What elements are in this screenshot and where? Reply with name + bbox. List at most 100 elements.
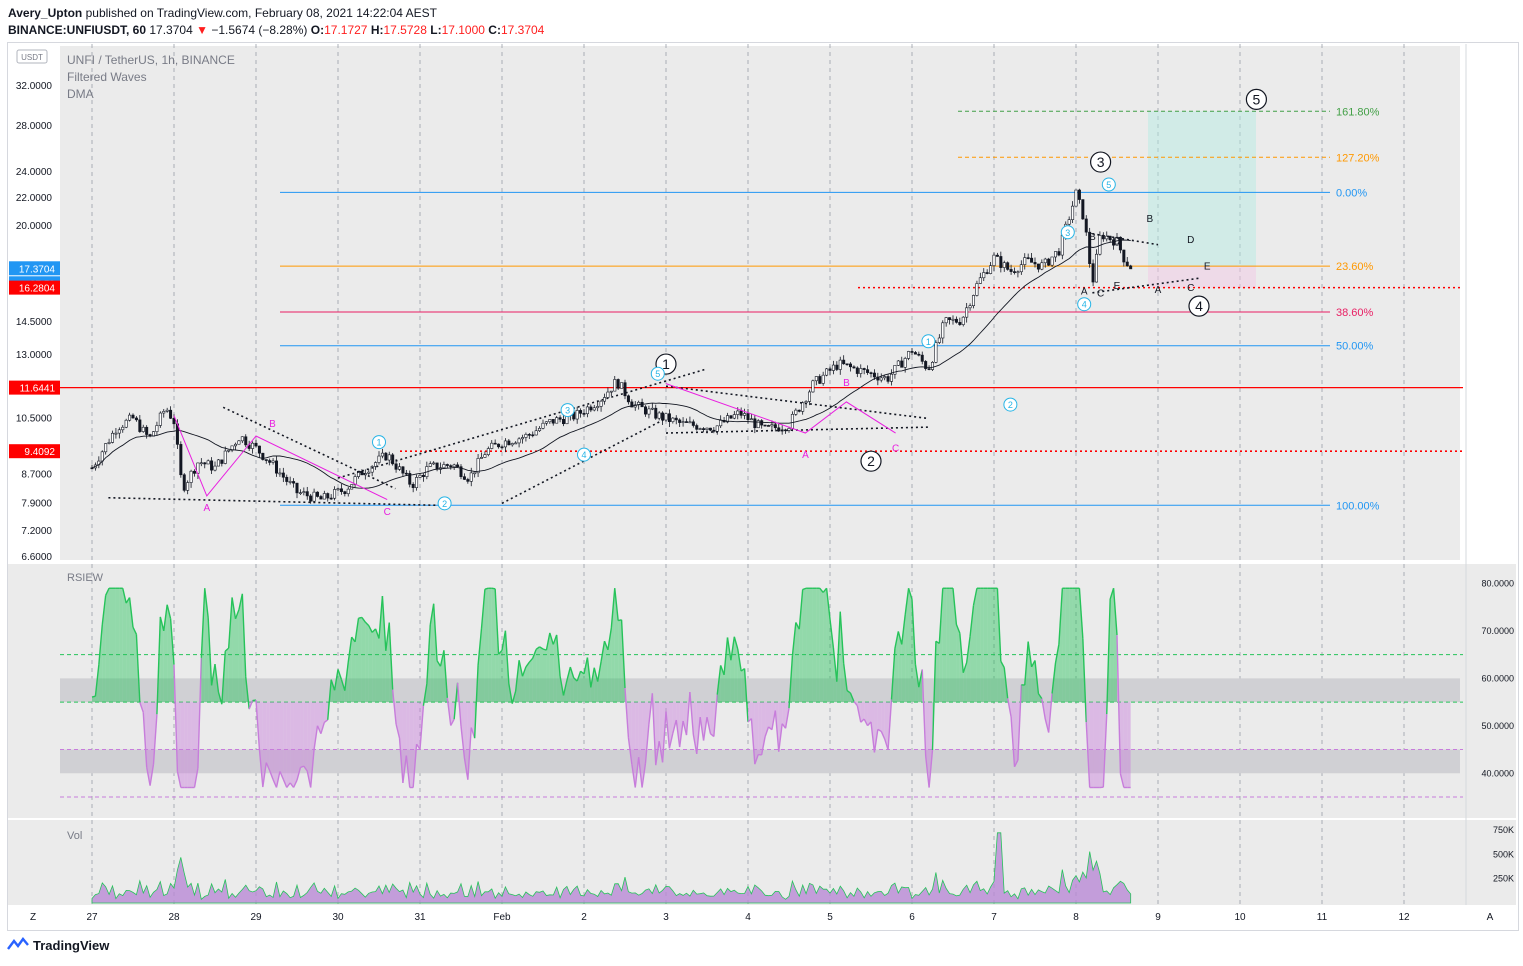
candle-body (104, 443, 108, 453)
candle-body (1071, 205, 1075, 220)
corrective-label: C (892, 443, 899, 454)
rsi-fill (529, 658, 533, 703)
fib-level-label: 0.00% (1336, 187, 1367, 199)
candle-body (766, 425, 770, 427)
candle-body (517, 438, 521, 444)
candle-body (1060, 234, 1064, 256)
candle-body (384, 452, 388, 461)
candle-body (684, 421, 688, 423)
candle-body (729, 415, 733, 419)
vol-axis-label: 500K (1493, 849, 1514, 859)
price-axis-label: 10.5000 (16, 413, 53, 424)
candle-body (989, 265, 993, 274)
sub-wave-label: 2 (1008, 400, 1013, 410)
candle-body (896, 360, 900, 366)
candle-body (773, 424, 777, 429)
candle-body (292, 481, 296, 484)
candle-body (602, 397, 606, 402)
rsi-line (491, 587, 496, 590)
legend-title[interactable]: UNFI / TetherUS, 1h, BINANCE (67, 52, 235, 69)
candle-body (179, 444, 183, 476)
candle-body (411, 483, 415, 488)
rsi-fill (1123, 702, 1128, 788)
rsi-legend[interactable]: RSIEW (67, 572, 103, 584)
vol-legend[interactable]: Vol (67, 830, 82, 842)
rsi-line (91, 695, 96, 698)
rsi-axis-label: 50.0000 (1481, 721, 1514, 731)
rsi-fill (491, 588, 496, 703)
candle-body (1077, 189, 1081, 200)
candle-body (859, 368, 863, 374)
candle-body (807, 391, 811, 402)
candle-body (531, 434, 535, 437)
candle-body (1054, 251, 1058, 258)
legend-dma[interactable]: DMA (67, 86, 235, 103)
rsi-fill (956, 624, 960, 703)
price-axis-label: 7.9000 (21, 498, 52, 509)
rsi-fill (290, 702, 294, 788)
candle-body (493, 442, 497, 445)
footer-brand[interactable]: TradingView (7, 937, 109, 953)
candle-body (274, 460, 278, 474)
candle-body (442, 464, 446, 469)
candle-body (1019, 264, 1023, 273)
rsi-fill (1110, 588, 1114, 703)
candle-body (609, 390, 613, 393)
candle-body (1091, 263, 1095, 283)
candle-body (141, 426, 145, 432)
rsi-fill (300, 702, 304, 768)
legend-filtered-waves[interactable]: Filtered Waves (67, 69, 235, 86)
price-axis-label: 32.0000 (16, 81, 53, 92)
rsi-fill (994, 588, 998, 703)
rsi-fill (1093, 702, 1097, 788)
rsi-fill (286, 702, 291, 788)
rsi-fill (812, 588, 817, 703)
time-axis-label: 12 (1398, 912, 1410, 923)
rsi-fill (498, 650, 502, 703)
time-axis-label: 10 (1234, 912, 1246, 923)
rsi-fill (351, 637, 356, 703)
candle-body (288, 481, 292, 483)
candle-body (145, 426, 149, 435)
candle-body (913, 352, 917, 355)
fib-level-label: 161.80% (1336, 106, 1380, 118)
rsi-axis-label: 60.0000 (1481, 673, 1514, 683)
chart-canvas[interactable]: 27 28 29 30 31 Feb 2 3 4 5 6 7 8 9 10 11 12Z AUSDT32.0000… (0, 0, 1523, 966)
candle-body (237, 440, 241, 445)
candle-body (216, 459, 220, 467)
candle-body (445, 464, 449, 466)
candle-body (661, 412, 665, 421)
candle-body (162, 411, 166, 414)
rsi-fill (361, 617, 366, 703)
candle-body (158, 412, 162, 426)
rsi-fill (809, 588, 813, 703)
candle-body (476, 458, 480, 474)
rsi-fill (908, 588, 912, 703)
candle-body (674, 417, 678, 421)
time-axis-label: 9 (1155, 912, 1161, 923)
triangle-label: C (1187, 283, 1194, 294)
candle-body (732, 414, 736, 419)
rsi-fill (225, 648, 229, 703)
corrective-label: B (843, 378, 850, 389)
candle-body (951, 318, 955, 321)
triangle-label: D (1113, 237, 1120, 248)
candle-body (251, 442, 255, 449)
rsi-fill (990, 588, 994, 703)
candle-body (319, 496, 323, 500)
rsi-fill (126, 597, 130, 703)
corrective-label: C (384, 507, 391, 518)
candle-body (978, 277, 982, 284)
candle-body (965, 307, 969, 318)
rsi-fill (375, 628, 379, 703)
candle-body (592, 407, 596, 411)
candle-body (189, 470, 193, 483)
time-axis-label: 11 (1317, 912, 1328, 923)
candle-body (948, 317, 952, 321)
triangle-label: B (1146, 214, 1153, 225)
candle-body (165, 409, 169, 412)
candle-body (934, 342, 938, 363)
time-axis-label: Feb (493, 912, 511, 923)
candle-body (432, 462, 436, 465)
candle-body (688, 421, 692, 424)
